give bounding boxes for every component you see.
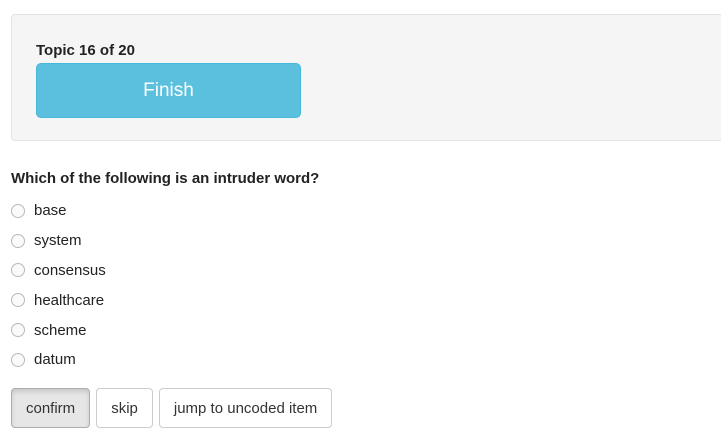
- radio-button[interactable]: [11, 323, 25, 338]
- radio-button[interactable]: [11, 293, 25, 308]
- radio-button[interactable]: [11, 233, 25, 248]
- radio-button[interactable]: [11, 352, 25, 367]
- option-label: scheme: [34, 321, 87, 339]
- answer-options: base system consensus healthcare scheme …: [11, 196, 106, 375]
- option-healthcare[interactable]: healthcare: [11, 285, 106, 315]
- radio-button[interactable]: [11, 263, 25, 278]
- option-datum[interactable]: datum: [11, 345, 106, 375]
- confirm-button[interactable]: confirm: [11, 388, 91, 428]
- radio-button[interactable]: [11, 203, 25, 218]
- jump-to-uncoded-button[interactable]: jump to uncoded item: [158, 388, 333, 428]
- option-base[interactable]: base: [11, 196, 106, 226]
- option-label: healthcare: [34, 291, 105, 309]
- option-label: consensus: [34, 261, 106, 279]
- action-buttons: confirm skip jump to uncoded item: [11, 388, 333, 428]
- skip-button[interactable]: skip: [96, 388, 153, 428]
- option-consensus[interactable]: consensus: [11, 256, 106, 286]
- progress-panel: Topic 16 of 20 Finish: [11, 14, 721, 141]
- option-label: system: [34, 232, 82, 250]
- option-scheme[interactable]: scheme: [11, 315, 106, 345]
- option-label: datum: [34, 351, 76, 369]
- finish-button[interactable]: Finish: [36, 63, 301, 118]
- question-text: Which of the following is an intruder wo…: [11, 170, 320, 187]
- topic-progress-label: Topic 16 of 20: [36, 42, 135, 59]
- option-label: base: [34, 202, 67, 220]
- option-system[interactable]: system: [11, 226, 106, 256]
